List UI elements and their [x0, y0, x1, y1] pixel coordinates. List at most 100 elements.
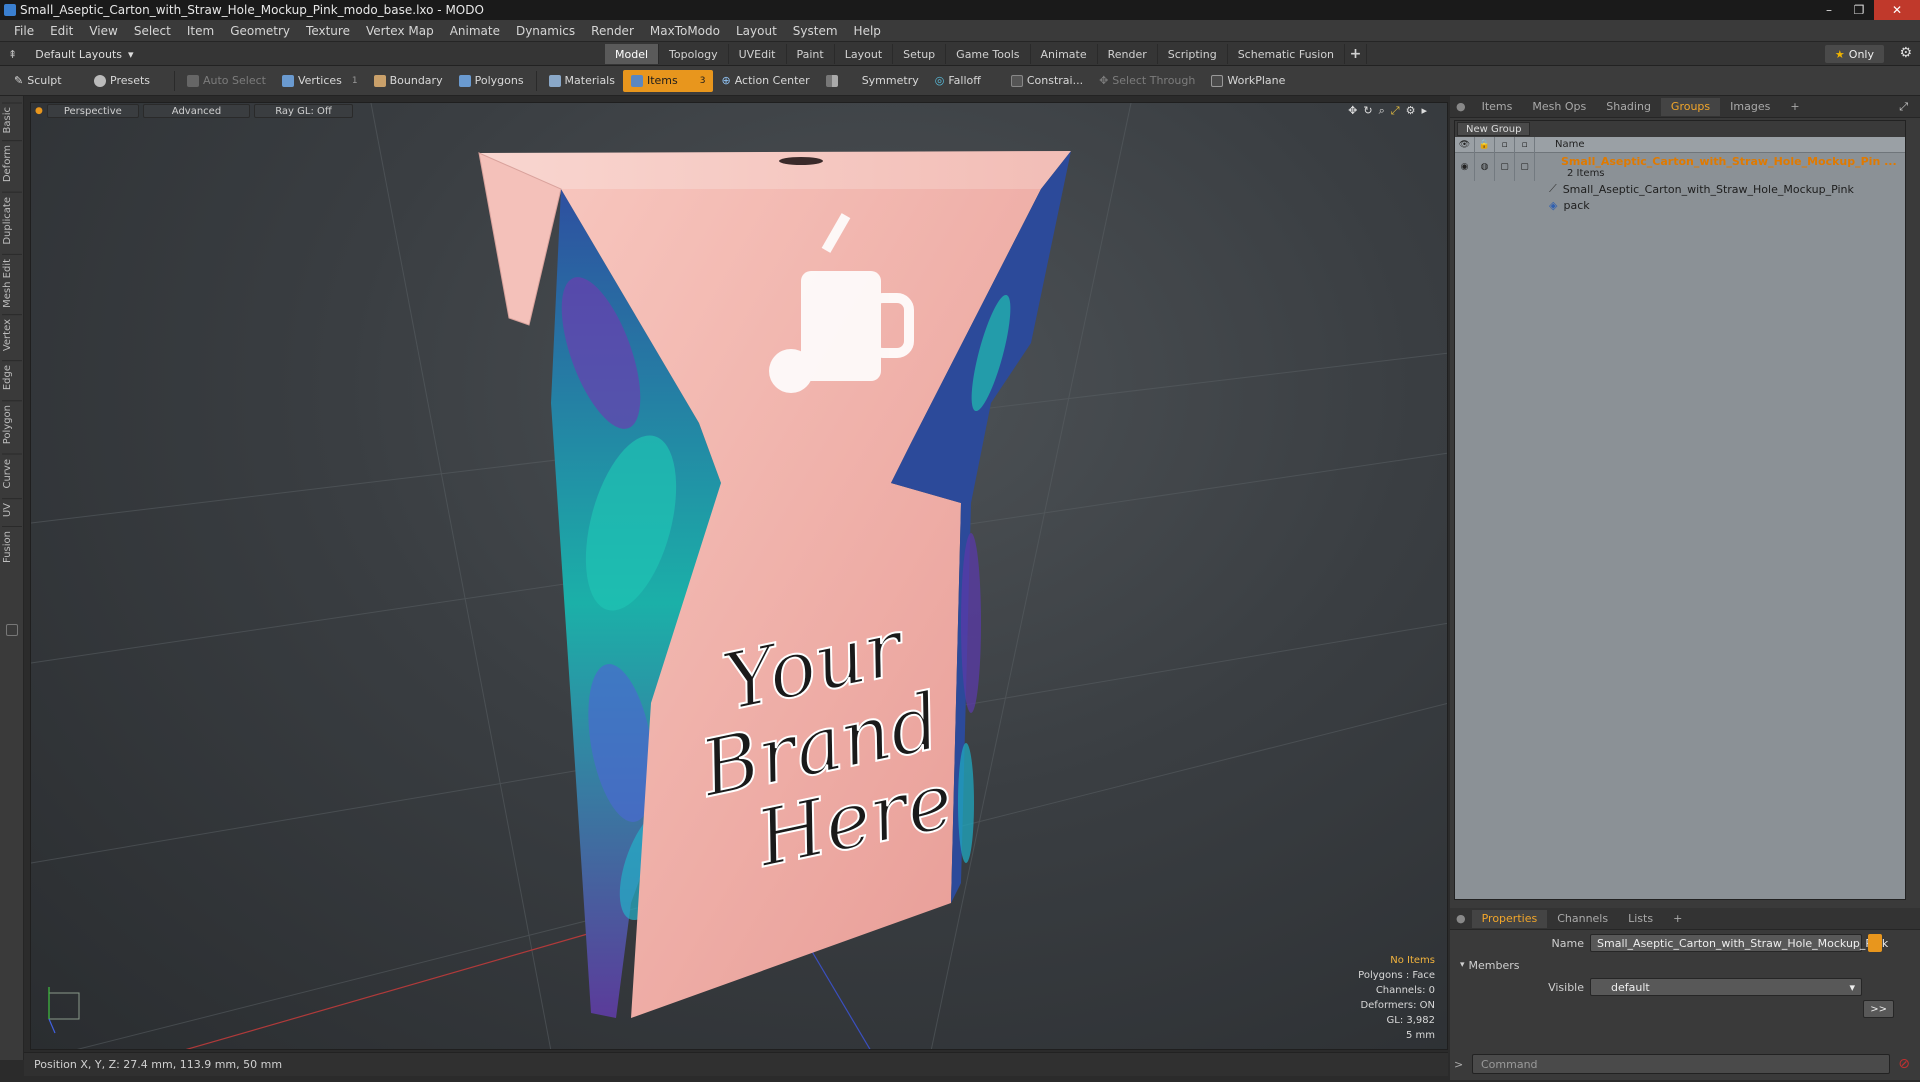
add-panel-tab-button[interactable]: + — [1663, 910, 1692, 928]
tab-groups[interactable]: Groups — [1660, 97, 1721, 116]
name-column-header[interactable]: Name — [1535, 139, 1585, 150]
menu-item[interactable]: Item — [179, 24, 222, 38]
menu-dynamics[interactable]: Dynamics — [508, 24, 583, 38]
menu-edit[interactable]: Edit — [42, 24, 81, 38]
tab-paint[interactable]: Paint — [787, 44, 835, 64]
menu-vertex-map[interactable]: Vertex Map — [358, 24, 442, 38]
menu-help[interactable]: Help — [846, 24, 889, 38]
layout-select[interactable]: ⇞ Default Layouts ▾ — [8, 45, 134, 63]
maximize-button[interactable]: ❐ — [1844, 0, 1874, 20]
chevron-down-icon: ▾ — [128, 47, 134, 61]
tool-bar: ✎ Sculpt Presets Auto Select Vertices 1 … — [0, 66, 1920, 96]
list-item[interactable]: ⟋ Small_Aseptic_Carton_with_Straw_Hole_M… — [1455, 181, 1905, 197]
symmetry-button[interactable]: Symmetry — [818, 70, 927, 92]
menu-select[interactable]: Select — [126, 24, 179, 38]
tab-channels[interactable]: Channels — [1547, 910, 1618, 928]
tab-mesh-ops[interactable]: Mesh Ops — [1522, 98, 1596, 116]
collapse-arrow-icon[interactable]: ▾ — [1460, 960, 1465, 970]
tab-game-tools[interactable]: Game Tools — [946, 44, 1031, 64]
eye-icon[interactable]: ◉ — [1455, 153, 1475, 181]
materials-button[interactable]: Materials — [541, 70, 623, 92]
lock-icon[interactable]: ◍ — [1475, 153, 1495, 181]
vtab-duplicate[interactable]: Duplicate — [2, 192, 22, 249]
lock-icon[interactable]: 🔒 — [1475, 136, 1495, 153]
name-field[interactable]: Small_Aseptic_Carton_with_Straw_Hole_Moc… — [1590, 934, 1888, 952]
eye-icon[interactable]: 👁 — [1455, 136, 1475, 153]
tab-properties[interactable]: Properties — [1471, 909, 1548, 928]
constraints-button[interactable]: Constrai... — [1003, 70, 1091, 92]
action-center-button[interactable]: ⊕ Action Center — [713, 70, 817, 92]
vertices-button[interactable]: Vertices 1 — [274, 70, 366, 92]
polygons-button[interactable]: Polygons — [451, 70, 532, 92]
vtab-vertex[interactable]: Vertex — [2, 314, 22, 356]
tab-topology[interactable]: Topology — [659, 44, 729, 64]
left-panel-toggle[interactable] — [6, 624, 18, 636]
panel-dot-icon: ● — [1456, 100, 1466, 113]
vtab-uv[interactable]: UV — [2, 498, 22, 522]
select-toggle[interactable]: ▢ — [1495, 153, 1515, 181]
tab-lists[interactable]: Lists — [1618, 910, 1663, 928]
list-item[interactable]: ◈ pack — [1455, 197, 1905, 213]
group-row[interactable]: ◉ ◍ ▢ ▢ Small_Aseptic_Carton_with_Straw_… — [1455, 153, 1905, 181]
tab-scripting[interactable]: Scripting — [1158, 44, 1228, 64]
menu-system[interactable]: System — [785, 24, 846, 38]
constraints-label: Constrai... — [1026, 74, 1084, 87]
new-group-button[interactable]: New Group — [1457, 122, 1531, 136]
close-button[interactable]: ✕ — [1874, 0, 1920, 20]
tab-animate[interactable]: Animate — [1031, 44, 1098, 64]
tab-render[interactable]: Render — [1098, 44, 1158, 64]
tab-items[interactable]: Items — [1472, 98, 1523, 116]
tab-model[interactable]: Model — [605, 44, 660, 64]
menu-maxtomodo[interactable]: MaxToModo — [642, 24, 728, 38]
menu-view[interactable]: View — [81, 24, 125, 38]
tab-schematic-fusion[interactable]: Schematic Fusion — [1228, 44, 1346, 64]
visible-select[interactable]: default ▾ — [1590, 978, 1862, 996]
tab-shading[interactable]: Shading — [1596, 98, 1661, 116]
menu-animate[interactable]: Animate — [442, 24, 508, 38]
gear-icon[interactable]: ⚙ — [1899, 45, 1912, 61]
select-col-icon[interactable]: ▫ — [1495, 136, 1515, 153]
sculpt-button[interactable]: ✎ Sculpt — [6, 70, 86, 92]
render-col-icon[interactable]: ▫ — [1515, 136, 1535, 153]
vtab-edge[interactable]: Edge — [2, 360, 22, 395]
layout-collapse-icon[interactable]: ⇞ — [8, 48, 17, 61]
render-toggle[interactable]: ▢ — [1515, 153, 1535, 181]
workplane-button[interactable]: WorkPlane — [1203, 70, 1293, 92]
vtab-mesh-edit[interactable]: Mesh Edit — [2, 254, 22, 312]
boundary-button[interactable]: Boundary — [366, 70, 451, 92]
falloff-button[interactable]: ◎ Falloff — [927, 70, 989, 92]
presets-button[interactable]: Presets — [86, 70, 170, 92]
menu-file[interactable]: File — [6, 24, 42, 38]
expand-panel-icon[interactable]: ⤢ — [1899, 100, 1908, 114]
menu-render[interactable]: Render — [583, 24, 642, 38]
items-button[interactable]: Items 3 — [622, 69, 714, 92]
add-tab-button[interactable]: + — [1345, 44, 1368, 64]
tab-setup[interactable]: Setup — [893, 44, 947, 64]
menu-texture[interactable]: Texture — [298, 24, 358, 38]
only-toggle[interactable]: ★ Only — [1824, 45, 1884, 63]
command-stop-icon[interactable]: ⊘ — [1898, 1056, 1910, 1072]
workplane-label: WorkPlane — [1227, 74, 1286, 87]
name-options-button[interactable] — [1868, 934, 1882, 952]
menu-geometry[interactable]: Geometry — [222, 24, 298, 38]
list-item-label: pack — [1563, 198, 1590, 212]
vtab-polygon[interactable]: Polygon — [2, 400, 22, 449]
command-input[interactable]: Command — [1472, 1054, 1890, 1074]
vtab-fusion[interactable]: Fusion — [2, 526, 22, 567]
vtab-basic[interactable]: Basic — [2, 102, 22, 138]
tab-images[interactable]: Images — [1720, 98, 1780, 116]
expand-members-button[interactable]: >> — [1863, 1000, 1894, 1018]
select-through-button[interactable]: ✥ Select Through — [1091, 70, 1203, 92]
tab-uvedit[interactable]: UVEdit — [729, 44, 787, 64]
add-panel-tab-button[interactable]: + — [1780, 98, 1809, 116]
members-row[interactable]: ▾ Members — [1454, 954, 1920, 976]
minimize-button[interactable]: – — [1814, 0, 1844, 20]
polygons-icon — [458, 74, 471, 87]
3d-viewport[interactable]: ● Perspective Advanced Ray GL: Off ✥ ↻ ⌕… — [30, 102, 1448, 1050]
vtab-deform[interactable]: Deform — [2, 140, 22, 187]
auto-select-button[interactable]: Auto Select — [179, 70, 274, 92]
menu-layout[interactable]: Layout — [728, 24, 785, 38]
vtab-curve[interactable]: Curve — [2, 454, 22, 493]
tab-layout[interactable]: Layout — [835, 44, 894, 64]
scene-render: Your Brand Here — [31, 103, 1447, 1049]
